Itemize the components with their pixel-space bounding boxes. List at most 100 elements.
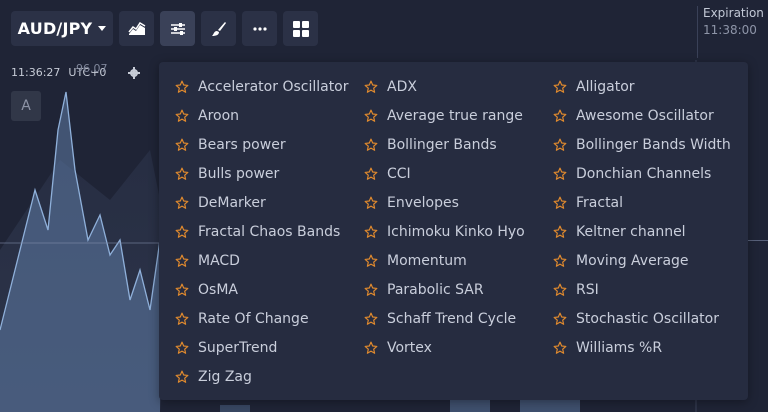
star-icon[interactable] [175,341,189,355]
star-icon[interactable] [364,312,378,326]
layout-button[interactable] [283,11,318,46]
indicator-label: Bollinger Bands Width [576,136,731,153]
star-icon[interactable] [553,283,567,297]
server-time: 11:36:27 [11,66,61,79]
indicator-item[interactable]: Bears power [175,130,349,159]
star-icon[interactable] [553,196,567,210]
indicator-item[interactable]: Aroon [175,101,349,130]
gear-icon[interactable] [128,66,141,79]
indicator-label: Bollinger Bands [387,136,497,153]
asset-pair-label: AUD/JPY [17,19,93,38]
indicator-item[interactable]: ADX [364,72,525,101]
indicator-item[interactable]: Momentum [364,246,525,275]
indicator-item[interactable]: Ichimoku Kinko Hyo [364,217,525,246]
asset-pair-selector[interactable]: AUD/JPY [11,11,113,46]
star-icon[interactable] [364,196,378,210]
drawing-brush-icon [211,21,226,36]
indicator-item[interactable]: SuperTrend [175,333,349,362]
indicator-label: Rate Of Change [198,310,309,327]
star-icon[interactable] [364,167,378,181]
indicator-item[interactable]: Williams %R [553,333,731,362]
indicator-item[interactable]: Average true range [364,101,525,130]
indicator-item[interactable]: Envelopes [364,188,525,217]
indicator-label: Envelopes [387,194,459,211]
star-icon[interactable] [175,196,189,210]
indicator-label: Fractal [576,194,624,211]
more-icon [252,26,267,31]
indicator-item[interactable]: Bollinger Bands [364,130,525,159]
star-icon[interactable] [175,312,189,326]
indicator-item[interactable]: RSI [553,275,731,304]
indicator-label: ADX [387,78,417,95]
chart-type-button[interactable] [119,11,154,46]
star-icon[interactable] [553,167,567,181]
star-icon[interactable] [364,254,378,268]
star-icon[interactable] [364,225,378,239]
indicator-item[interactable]: Awesome Oscillator [553,101,731,130]
star-icon[interactable] [175,225,189,239]
chart-type-icon [127,21,145,35]
star-icon[interactable] [553,225,567,239]
indicator-item[interactable]: Bulls power [175,159,349,188]
chart-toolbar: AUD/JPY [11,11,318,46]
star-icon[interactable] [175,370,189,384]
star-icon[interactable] [364,109,378,123]
star-icon[interactable] [553,80,567,94]
indicator-label: Aroon [198,107,240,124]
indicator-item[interactable]: MACD [175,246,349,275]
indicator-label: Average true range [387,107,523,124]
indicator-item[interactable]: Accelerator Oscillator [175,72,349,101]
indicator-item[interactable]: Fractal Chaos Bands [175,217,349,246]
star-icon[interactable] [364,138,378,152]
indicator-label: Momentum [387,252,467,269]
indicator-item[interactable]: Stochastic Oscillator [553,304,731,333]
price-fragment: 96.07 [76,62,108,75]
more-button[interactable] [242,11,277,46]
indicator-item[interactable]: Moving Average [553,246,731,275]
indicator-label: Schaff Trend Cycle [387,310,517,327]
indicator-item[interactable]: Vortex [364,333,525,362]
star-icon[interactable] [175,167,189,181]
indicator-label: Ichimoku Kinko Hyo [387,223,525,240]
indicator-item[interactable]: OsMA [175,275,349,304]
star-icon[interactable] [553,138,567,152]
indicator-item[interactable]: DeMarker [175,188,349,217]
indicator-label: Accelerator Oscillator [198,78,349,95]
indicator-item[interactable]: Zig Zag [175,362,349,391]
star-icon[interactable] [553,109,567,123]
star-icon[interactable] [364,80,378,94]
indicator-item[interactable]: Schaff Trend Cycle [364,304,525,333]
star-icon[interactable] [175,138,189,152]
indicators-column-2: ADX Average true range Bollinger Bands CCI E… [364,72,525,362]
expiration-time-box[interactable]: Expiration time 11:38:00 [697,6,768,58]
indicator-item[interactable]: Donchian Channels [553,159,731,188]
text-tool-button[interactable]: A [11,91,41,121]
star-icon[interactable] [553,312,567,326]
star-icon[interactable] [175,80,189,94]
indicator-label: Parabolic SAR [387,281,484,298]
indicator-item[interactable]: Rate Of Change [175,304,349,333]
indicators-icon [170,22,185,35]
indicator-item[interactable]: Keltner channel [553,217,731,246]
indicator-label: Keltner channel [576,223,686,240]
star-icon[interactable] [364,341,378,355]
indicator-label: Moving Average [576,252,689,269]
star-icon[interactable] [175,283,189,297]
indicator-label: Williams %R [576,339,663,356]
star-icon[interactable] [553,341,567,355]
expiration-label: Expiration time [703,6,768,20]
indicator-item[interactable]: CCI [364,159,525,188]
indicator-item[interactable]: Bollinger Bands Width [553,130,731,159]
indicator-item[interactable]: Fractal [553,188,731,217]
indicator-label: CCI [387,165,411,182]
indicators-button[interactable] [160,11,195,46]
star-icon[interactable] [175,109,189,123]
indicator-item[interactable]: Alligator [553,72,731,101]
star-icon[interactable] [553,254,567,268]
star-icon[interactable] [364,283,378,297]
indicator-item[interactable]: Parabolic SAR [364,275,525,304]
star-icon[interactable] [175,254,189,268]
expiration-time: 11:38:00 [703,23,757,37]
drawing-tools-button[interactable] [201,11,236,46]
indicator-label: MACD [198,252,240,269]
